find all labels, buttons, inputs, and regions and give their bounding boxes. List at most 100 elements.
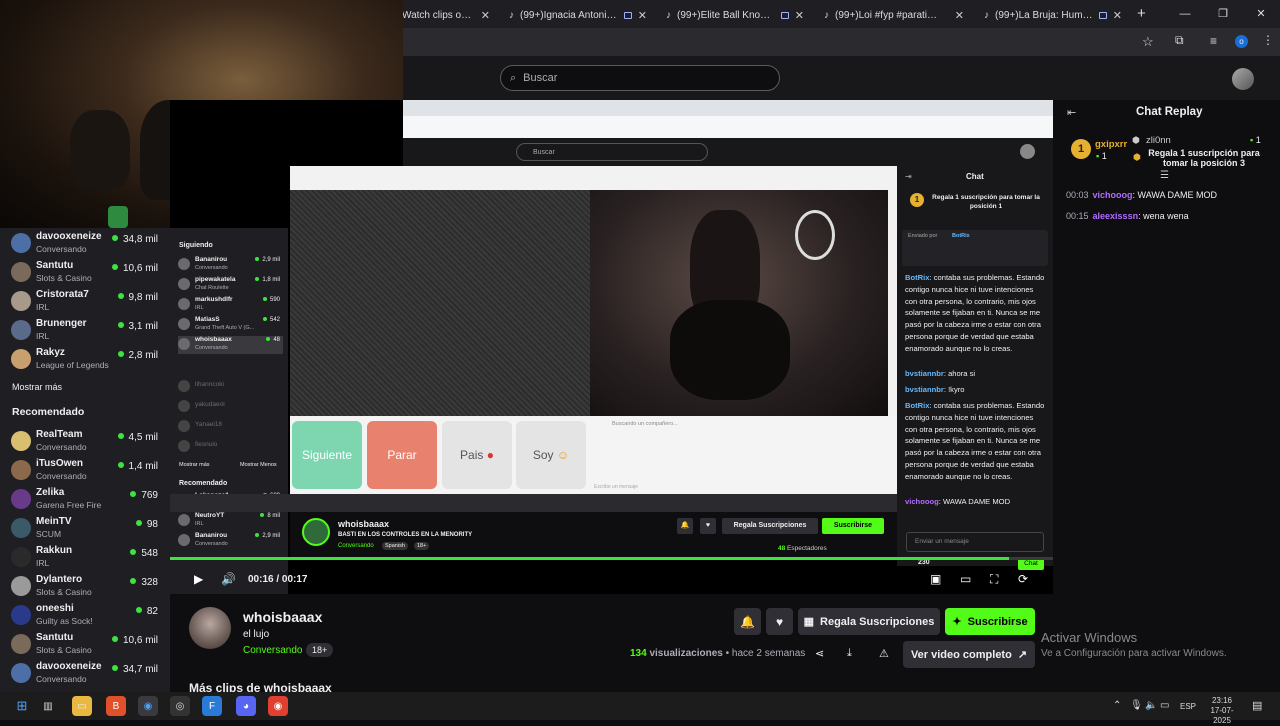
sidebar-channel[interactable]: oneeshi Guilty as Sock! 82: [0, 600, 170, 629]
sidebar-channel[interactable]: Cristorata7 IRL 9,8 mil: [0, 286, 170, 315]
emoji-icon: ☺: [556, 448, 570, 462]
browser-tab[interactable]: ♪ (99+)Elite Ball Knowlage. # ✕: [660, 4, 810, 26]
volume-icon[interactable]: 🔊: [221, 572, 236, 586]
brave-icon[interactable]: B: [106, 696, 126, 716]
search-input[interactable]: ⌕ Buscar: [500, 65, 780, 91]
country-label: Pais: [460, 448, 484, 462]
miniplayer-icon[interactable]: ▣: [930, 572, 941, 586]
sidebar-channel[interactable]: davooxeneize Conversando 34,8 mil: [0, 228, 170, 257]
chrome-alt-icon[interactable]: ◉: [268, 696, 288, 716]
full-video-label: Ver video completo: [910, 648, 1012, 661]
browser-menu-icon[interactable]: ⋮: [1262, 33, 1274, 47]
media-icon: [781, 11, 789, 19]
report-icon[interactable]: ⚠: [879, 647, 889, 660]
nested-bell-icon: 🔔: [677, 518, 693, 534]
speaker-icon[interactable]: 🔈: [1145, 700, 1157, 711]
network-icon[interactable]: ▭: [1160, 700, 1169, 711]
channel-name: Dylantero: [36, 574, 83, 585]
tag-badge[interactable]: 18+: [306, 643, 334, 657]
full-video-button[interactable]: Ver video completo ↗: [903, 641, 1035, 668]
maximize-icon[interactable]: ❐: [1204, 0, 1242, 28]
channel-name: oneeshi: [36, 603, 74, 614]
time-total: 00:17: [281, 574, 308, 585]
obs-icon[interactable]: ◎: [170, 696, 190, 716]
extensions-icon[interactable]: ⧉: [1175, 33, 1184, 48]
fullscreen-icon[interactable]: ⛶: [990, 572, 998, 587]
subscribe-button[interactable]: ✦ Suscribirse: [945, 608, 1035, 635]
nested-channel: pipewakatela Chat Roulette 1,8 mil: [178, 276, 283, 294]
close-tab-icon[interactable]: ✕: [638, 9, 647, 22]
sidebar-channel[interactable]: Rakyz League of Legends 2,8 mil: [0, 344, 170, 373]
close-tab-icon[interactable]: ✕: [481, 9, 490, 22]
expand-chat-icon[interactable]: ⇤: [1067, 106, 1076, 119]
close-tab-icon[interactable]: ✕: [955, 9, 964, 22]
sidebar-channel[interactable]: davooxeneize Conversando 34,7 mil: [0, 658, 170, 687]
mic-icon[interactable]: 🎙: [1130, 700, 1143, 711]
sidebar-channel[interactable]: RealTeam Conversando 4,5 mil: [0, 426, 170, 455]
task-view-icon[interactable]: ▥: [38, 696, 58, 716]
channel-name: Zelika: [36, 487, 65, 498]
download-icon[interactable]: ⤓: [847, 647, 852, 660]
message-user[interactable]: vichooog: [1093, 190, 1133, 200]
share-icon[interactable]: ⋖: [815, 647, 824, 660]
nested-subscribe-label: Suscribirse: [833, 522, 873, 529]
sidebar-channel[interactable]: Brunenger IRL 3,1 mil: [0, 315, 170, 344]
channel-category: Conversando: [36, 442, 87, 452]
new-tab-icon[interactable]: +: [1137, 5, 1146, 22]
language-indicator[interactable]: ESP: [1180, 702, 1196, 711]
close-tab-icon[interactable]: ✕: [1113, 9, 1122, 22]
start-icon[interactable]: ⊞: [12, 696, 32, 716]
channel-avatar: [11, 291, 31, 311]
sidebar-channel[interactable]: iTusOwen Conversando 1,4 mil: [0, 455, 170, 484]
chrome-icon[interactable]: ◉: [138, 696, 158, 716]
channel-avatar: [11, 460, 31, 480]
sidebar-channel[interactable]: MeinTV SCUM 98: [0, 513, 170, 542]
browser-tab[interactable]: ♪ (99+)Loi #fyp #paratiiiiiiiiiiiii ✕: [818, 4, 970, 26]
clock[interactable]: 23:16 17-07-2025: [1202, 696, 1242, 726]
browser-tab[interactable]: ♪ (99+)Ignacia Antonia y AKA ✕: [503, 4, 653, 26]
gift-icon: ⬢: [1132, 135, 1140, 145]
minimize-icon[interactable]: —: [1166, 0, 1204, 28]
app-f-icon[interactable]: F: [202, 696, 222, 716]
close-tab-icon[interactable]: ✕: [795, 9, 804, 22]
browser-tab[interactable]: ♪ (99+)La Bruja: Humor Peru ✕: [978, 4, 1128, 26]
clock-date: 17-07-2025: [1210, 706, 1234, 725]
channel-name: Santutu: [36, 632, 74, 643]
discord-icon[interactable]: ◕: [236, 696, 256, 716]
expand-pinned-icon[interactable]: ☰: [1160, 170, 1169, 181]
gift-subs-button[interactable]: ▦ Regala Suscripciones: [798, 608, 940, 635]
channel-name[interactable]: whoisbaaax: [243, 609, 322, 625]
nested-notice: Buscando un compañero...: [612, 421, 678, 427]
follow-button[interactable]: ♥: [766, 608, 793, 635]
notifications-button[interactable]: 🔔: [734, 608, 761, 635]
sidebar-channel[interactable]: Dylantero Slots & Casino 328: [0, 571, 170, 600]
nested-channel-name: Bananirou: [195, 532, 228, 539]
viewer-count: 769: [130, 490, 158, 501]
bookmark-star-icon[interactable]: ☆: [1142, 34, 1154, 50]
nested-channel: whoisbaaax Conversando 48: [178, 336, 283, 354]
replay-icon[interactable]: ⟳: [1018, 572, 1028, 586]
message-user[interactable]: aleexisssn: [1093, 211, 1139, 221]
sidebar-channel[interactable]: Zelika Garena Free Fire 769: [0, 484, 170, 513]
sidebar-channel[interactable]: Rakkun IRL 548: [0, 542, 170, 571]
sidebar-channel[interactable]: Santutu Slots & Casino 10,6 mil: [0, 629, 170, 658]
tab-title: (99+)Elite Ball Knowlage. #: [677, 9, 776, 21]
show-more-link[interactable]: Mostrar más: [12, 382, 62, 392]
close-window-icon[interactable]: ✕: [1242, 0, 1280, 28]
tray-arrow-icon[interactable]: ⌃: [1113, 700, 1121, 711]
theater-mode-icon[interactable]: ▭: [960, 572, 971, 586]
media-control-icon[interactable]: ≡: [1210, 34, 1217, 48]
sidebar-channel[interactable]: Santutu Slots & Casino 10,6 mil: [0, 257, 170, 286]
play-icon[interactable]: ▶: [194, 572, 203, 586]
nested-channel-avatar: [178, 338, 190, 350]
browser-tab[interactable]: Watch clips on K ✕: [396, 4, 496, 26]
file-explorer-icon[interactable]: ▭: [72, 696, 92, 716]
profile-icon[interactable]: o: [1235, 35, 1248, 48]
channel-avatar[interactable]: [189, 607, 231, 649]
nested-streamer-avatar: [302, 518, 330, 546]
nested-channel-category: Chat Roulette: [195, 285, 229, 291]
user-avatar[interactable]: [1232, 68, 1254, 90]
nested-category: Conversando: [338, 543, 374, 549]
notifications-icon[interactable]: ▤: [1252, 699, 1262, 712]
category-link[interactable]: Conversando: [243, 645, 302, 656]
